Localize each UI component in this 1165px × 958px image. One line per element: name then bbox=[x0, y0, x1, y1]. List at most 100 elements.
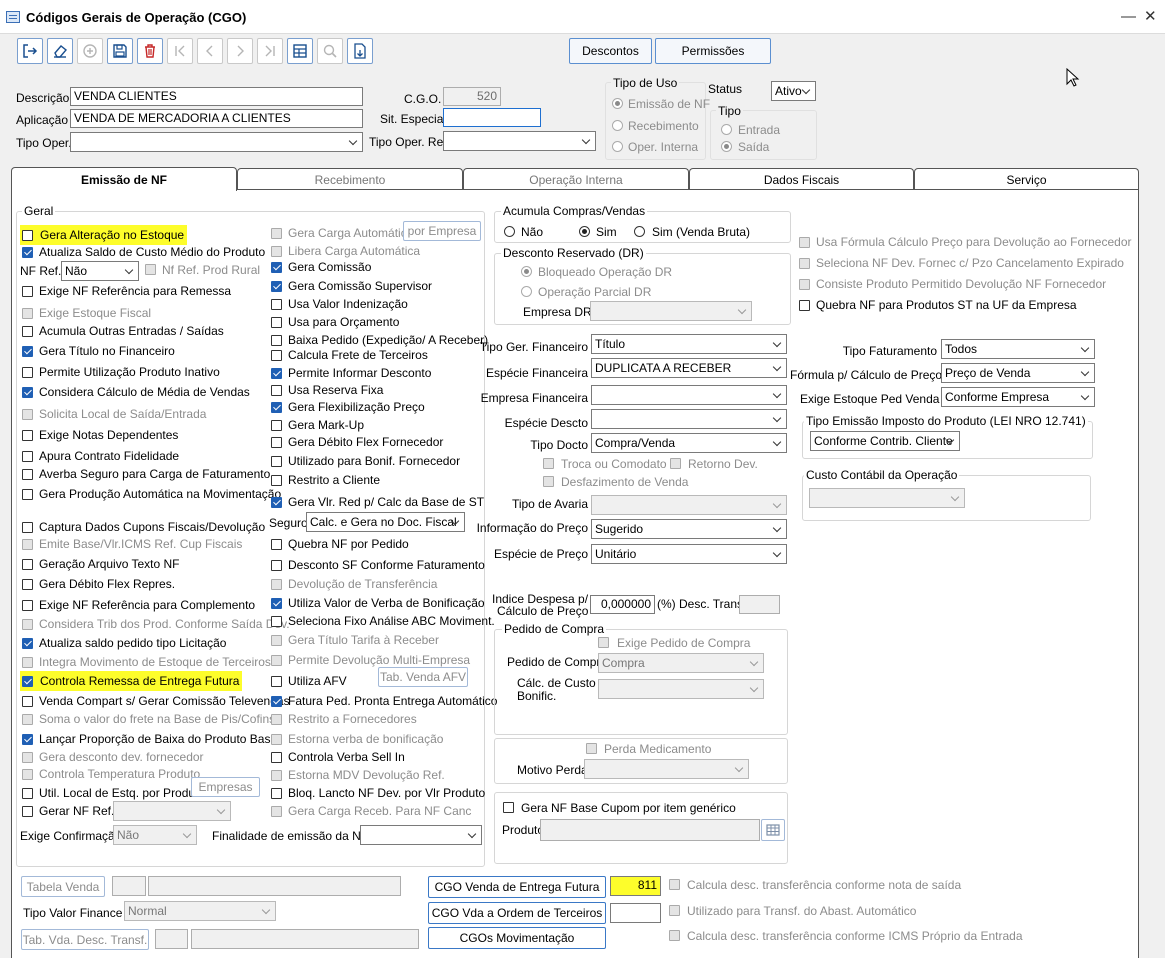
produto-lookup-button[interactable] bbox=[761, 819, 785, 841]
col1-checkbox-19[interactable] bbox=[22, 638, 33, 649]
entrada-radio[interactable] bbox=[721, 124, 732, 135]
gerar-nf-ref-select[interactable] bbox=[113, 801, 231, 821]
descricao-input[interactable]: VENDA CLIENTES bbox=[70, 87, 363, 106]
seguro-select[interactable]: Calc. e Gera no Doc. Fiscal bbox=[306, 512, 465, 532]
tabela-venda-code-input[interactable] bbox=[112, 876, 146, 896]
col1-checkbox-7[interactable] bbox=[22, 387, 33, 398]
col1-checkbox-3[interactable] bbox=[22, 308, 33, 319]
exit-button[interactable] bbox=[17, 38, 43, 64]
col2-checkbox-21[interactable] bbox=[271, 635, 282, 646]
col1-checkbox-25[interactable] bbox=[22, 752, 33, 763]
calc-custo-select[interactable] bbox=[598, 679, 764, 699]
next-record-button[interactable] bbox=[227, 38, 253, 64]
por-empresa-button[interactable]: por Empresa bbox=[403, 221, 481, 241]
tab-venda-afv-button[interactable]: Tab. Venda AFV bbox=[378, 667, 468, 687]
col1-checkbox-18[interactable] bbox=[22, 619, 33, 630]
acumula-sim-radio[interactable] bbox=[579, 226, 590, 237]
tab-vda-desc-transf-button[interactable]: Tab. Vda. Desc. Transf. bbox=[21, 929, 149, 950]
tabela-venda-button[interactable]: Tabela Venda bbox=[21, 876, 105, 897]
save-button[interactable] bbox=[107, 38, 133, 64]
desfazimento-checkbox[interactable] bbox=[543, 476, 554, 487]
close-button[interactable]: ✕ bbox=[1144, 8, 1157, 26]
col1-checkbox-6[interactable] bbox=[22, 367, 33, 378]
empresa-dr-select[interactable] bbox=[590, 301, 752, 321]
col2-checkbox-6[interactable] bbox=[271, 335, 282, 346]
tab-servico[interactable]: Serviço bbox=[914, 168, 1139, 190]
col2-checkbox-14[interactable] bbox=[271, 475, 282, 486]
cgo-ordem-terceiros-input[interactable] bbox=[610, 903, 661, 923]
retorno-dev-checkbox[interactable] bbox=[670, 458, 681, 469]
col1-checkbox-28[interactable] bbox=[22, 806, 33, 817]
col2-checkbox-18[interactable] bbox=[271, 579, 282, 590]
col2-checkbox-11[interactable] bbox=[271, 420, 282, 431]
tipo-valor-finance-select[interactable]: Normal bbox=[124, 901, 276, 921]
col2-checkbox-9[interactable] bbox=[271, 385, 282, 396]
pedido-compra-select[interactable]: Compra bbox=[598, 653, 764, 673]
cgo-ordem-terceiros-button[interactable]: CGO Vda a Ordem de Terceiros bbox=[428, 902, 606, 924]
col1-checkbox-14[interactable] bbox=[22, 539, 33, 550]
bloqueado-dr-radio[interactable] bbox=[521, 266, 532, 277]
col2-checkbox-4[interactable] bbox=[271, 299, 282, 310]
rightchecks-checkbox-2[interactable] bbox=[799, 279, 810, 290]
cgo-entrega-futura-input[interactable]: 811 bbox=[610, 876, 661, 896]
rightchecks-checkbox-0[interactable] bbox=[799, 237, 810, 248]
motivo-perda-select[interactable] bbox=[584, 759, 749, 779]
cgo-input[interactable]: 520 bbox=[443, 87, 501, 106]
empresas-button[interactable]: Empresas bbox=[191, 777, 260, 797]
col1-checkbox-22[interactable] bbox=[22, 696, 33, 707]
export-button[interactable] bbox=[347, 38, 373, 64]
col1-checkbox-24[interactable] bbox=[22, 734, 33, 745]
delete-button[interactable] bbox=[137, 38, 163, 64]
recebimento-radio[interactable] bbox=[612, 120, 623, 131]
cgo-entrega-futura-button[interactable]: CGO Venda de Entrega Futura bbox=[428, 876, 606, 898]
col1-checkbox-12[interactable] bbox=[22, 489, 33, 500]
col2-checkbox-30[interactable] bbox=[271, 806, 282, 817]
cgos-movimentacao-button[interactable]: CGOs Movimentação bbox=[428, 927, 606, 949]
col1-checkbox-21[interactable] bbox=[22, 676, 33, 687]
search-button[interactable] bbox=[317, 38, 343, 64]
col2-checkbox-17[interactable] bbox=[271, 560, 282, 571]
empresa-financeira-select[interactable] bbox=[591, 385, 787, 405]
col2-checkbox-25[interactable] bbox=[271, 714, 282, 725]
tipo-ger-financeiro-select[interactable]: Título bbox=[591, 334, 787, 354]
col2-checkbox-19[interactable] bbox=[271, 598, 282, 609]
col2-checkbox-10[interactable] bbox=[271, 402, 282, 413]
status-select[interactable]: Ativo bbox=[771, 81, 816, 101]
col1-checkbox-26[interactable] bbox=[22, 769, 33, 780]
saida-radio[interactable] bbox=[721, 141, 732, 152]
minimize-button[interactable]: — bbox=[1121, 8, 1136, 26]
first-record-button[interactable] bbox=[167, 38, 193, 64]
rightchecks-checkbox-3[interactable] bbox=[799, 300, 810, 311]
tabela-venda-desc-input[interactable] bbox=[148, 876, 401, 896]
permissoes-button[interactable]: Permissões bbox=[655, 38, 771, 64]
produto-input[interactable] bbox=[540, 819, 760, 841]
col2-checkbox-13[interactable] bbox=[271, 456, 282, 467]
tipo-docto-select[interactable]: Compra/Venda bbox=[591, 433, 787, 453]
col2-checkbox-28[interactable] bbox=[271, 770, 282, 781]
tab-recebimento[interactable]: Recebimento bbox=[237, 168, 463, 190]
col2-checkbox-7[interactable] bbox=[271, 350, 282, 361]
col1-checkbox-1[interactable] bbox=[22, 247, 33, 258]
transf-abast-automatico-checkbox[interactable] bbox=[669, 905, 680, 916]
col1-checkbox-16[interactable] bbox=[22, 579, 33, 590]
custo-contabil-select[interactable] bbox=[809, 488, 965, 508]
col1-checkbox-5[interactable] bbox=[22, 346, 33, 357]
descontos-button[interactable]: Descontos bbox=[569, 38, 652, 64]
col2-checkbox-20[interactable] bbox=[271, 616, 282, 627]
troca-comodato-checkbox[interactable] bbox=[543, 458, 554, 469]
formula-calculo-select[interactable]: Preço de Venda bbox=[941, 363, 1095, 383]
col1-checkbox-10[interactable] bbox=[22, 451, 33, 462]
col1-checkbox-15[interactable] bbox=[22, 559, 33, 570]
exige-pedido-compra-checkbox[interactable] bbox=[598, 637, 609, 648]
col1-checkbox-17[interactable] bbox=[22, 600, 33, 611]
col1-checkbox-20[interactable] bbox=[22, 657, 33, 668]
tab-vda-desc-input[interactable] bbox=[191, 929, 419, 949]
col2-checkbox-22[interactable] bbox=[271, 655, 282, 666]
col2-checkbox-15[interactable] bbox=[271, 497, 282, 508]
especie-financeira-select[interactable]: DUPLICATA A RECEBER bbox=[591, 358, 787, 378]
parcial-dr-radio[interactable] bbox=[521, 286, 532, 297]
col2-checkbox-12[interactable] bbox=[271, 437, 282, 448]
info-preco-select[interactable]: Sugerido bbox=[591, 519, 787, 539]
acumula-nao-radio[interactable] bbox=[504, 226, 515, 237]
col1-checkbox-11[interactable] bbox=[22, 469, 33, 480]
